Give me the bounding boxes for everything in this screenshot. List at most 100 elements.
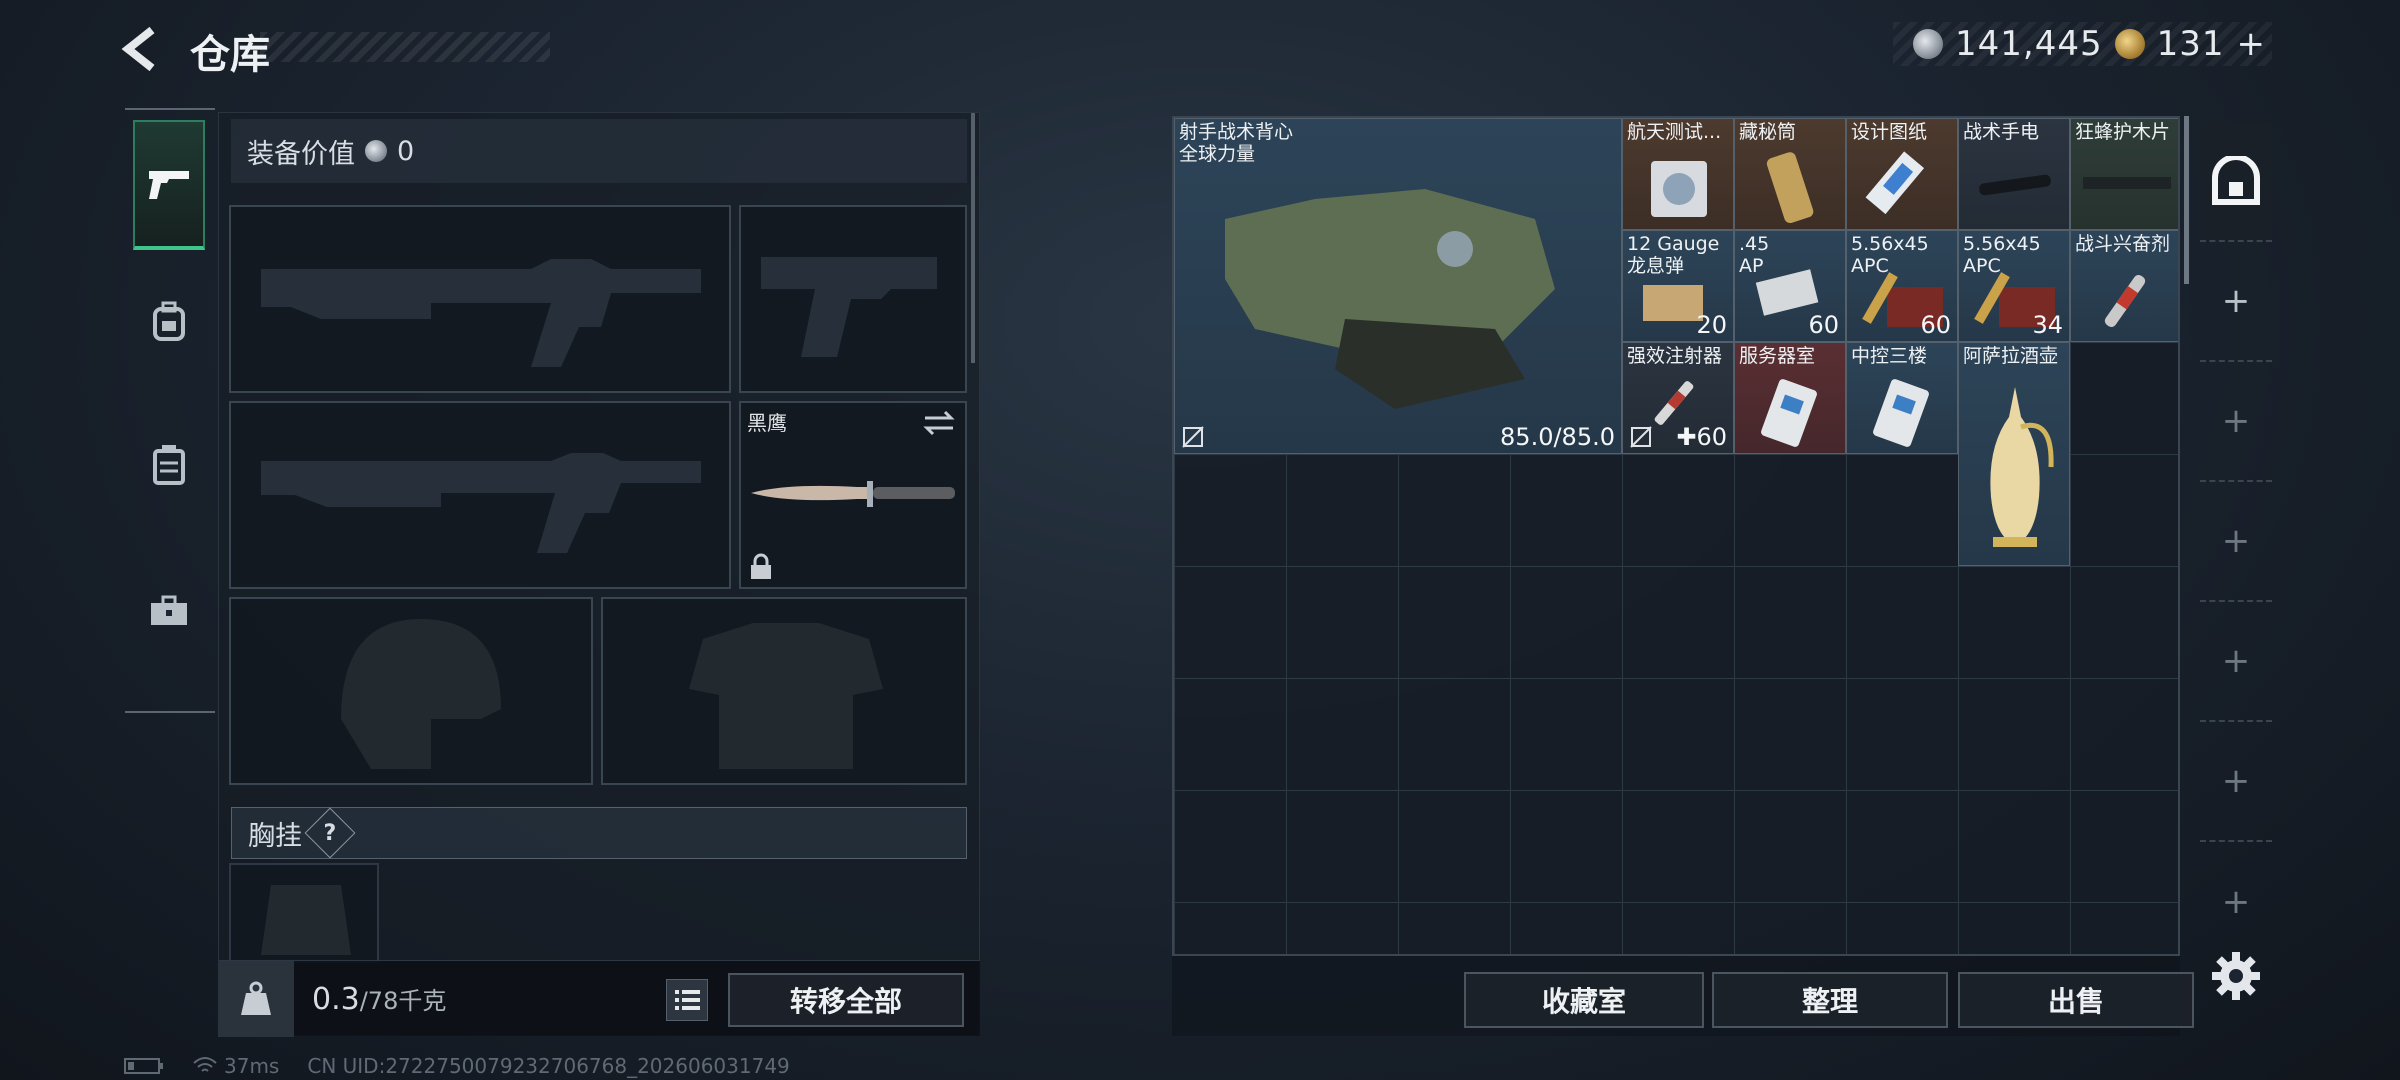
quick-slot-add[interactable]: +: [2200, 242, 2272, 362]
weight-max: /78千克: [359, 987, 447, 1015]
no-insurance-icon: [1630, 426, 1652, 448]
inventory-item[interactable]: 5.56x45 APC 34: [1958, 230, 2070, 342]
chest-rig-header: 胸挂 ?: [231, 807, 967, 859]
inventory-item[interactable]: 阿萨拉酒壶: [1958, 342, 2070, 566]
weight-value: 0.3: [312, 982, 360, 1017]
knife-image: [751, 481, 955, 507]
chest-rig-slot[interactable]: [229, 863, 379, 963]
item-count: 60: [1808, 311, 1839, 339]
toolbox-icon: [151, 595, 187, 625]
item-name: 战斗兴奋剂: [2075, 233, 2171, 255]
keycard-image: [1761, 379, 1817, 447]
equipment-value: 0: [397, 135, 415, 167]
sort-button[interactable]: 整理: [1712, 972, 1948, 1028]
secondary-weapon-slot[interactable]: [229, 401, 731, 589]
weight-footer: 0.3/78千克 转移全部: [218, 960, 980, 1037]
no-insurance-icon: [1182, 426, 1204, 448]
side-tabs: [125, 108, 215, 713]
plus-icon: +: [2221, 281, 2251, 321]
equipment-value-bar: 装备价值 0: [231, 119, 967, 183]
primary-weapon-slot[interactable]: [229, 205, 731, 393]
quick-slot[interactable]: +: [2200, 602, 2272, 722]
inventory-panel: 射手战术背心 全球力量 85.0/85.0 航天测试... 藏秘筒 设计图纸 战…: [1172, 116, 2194, 1036]
item-count: 60: [1920, 311, 1951, 339]
item-image: [1766, 152, 1814, 224]
scrollbar[interactable]: [971, 113, 975, 363]
inventory-item[interactable]: 中控三楼: [1846, 342, 1958, 454]
inventory-item[interactable]: 强效注射器 ✚60: [1622, 342, 1734, 454]
tab-weapons[interactable]: [133, 120, 205, 250]
keycard-image: [1873, 379, 1929, 447]
swap-icon[interactable]: [923, 409, 955, 437]
durability: 85.0/85.0: [1500, 423, 1615, 451]
add-currency-button[interactable]: +: [2237, 24, 2267, 64]
ping-indicator: 37ms: [192, 1054, 279, 1078]
helmet-slot[interactable]: [229, 597, 593, 785]
plus-icon: +: [2221, 521, 2251, 561]
quick-slot[interactable]: +: [2200, 722, 2272, 842]
sidearm-slot[interactable]: [739, 205, 967, 393]
plus-icon: ✚: [1676, 423, 1697, 451]
tab-vest[interactable]: [133, 400, 205, 530]
vest-image: [1225, 189, 1555, 409]
tab-toolbox[interactable]: [133, 546, 205, 676]
currency-bar: 141,445 131 +: [1892, 22, 2272, 66]
back-icon[interactable]: [118, 24, 168, 74]
item-image: [1865, 151, 1925, 215]
item-name: 阿萨拉酒壶: [1963, 345, 2059, 367]
list-icon[interactable]: [666, 979, 708, 1021]
melee-slot[interactable]: 黑鹰: [739, 401, 967, 589]
inventory-item[interactable]: 5.56x45 APC 60: [1846, 230, 1958, 342]
inventory-grid[interactable]: 射手战术背心 全球力量 85.0/85.0 航天测试... 藏秘筒 设计图纸 战…: [1172, 116, 2180, 956]
silver-coin-icon: [365, 140, 387, 162]
gold-coin-icon: [2114, 29, 2145, 59]
item-image: [1979, 174, 2051, 196]
sell-button[interactable]: 出售: [1958, 972, 2194, 1028]
inventory-item[interactable]: 航天测试...: [1622, 118, 1734, 230]
inventory-item[interactable]: 射手战术背心 全球力量 85.0/85.0: [1174, 118, 1622, 454]
quick-slot[interactable]: +: [2200, 482, 2272, 602]
inventory-item[interactable]: 服务器室: [1734, 342, 1846, 454]
item-name: 中控三楼: [1851, 345, 1928, 367]
tab-backpack[interactable]: [133, 256, 205, 386]
safe-box-slot[interactable]: [2200, 122, 2272, 242]
body-armor-slot[interactable]: [601, 597, 967, 785]
title-stripe: [260, 32, 550, 62]
pistol-icon: [149, 171, 189, 199]
weight-readout: 0.3/78千克: [312, 981, 446, 1017]
plus-icon: +: [2221, 641, 2251, 681]
silver-coin-icon: [1912, 29, 1943, 59]
inventory-item[interactable]: 设计图纸: [1846, 118, 1958, 230]
item-count-value: 60: [1696, 423, 1727, 451]
item-image: [2104, 274, 2146, 328]
quick-slot[interactable]: +: [2200, 842, 2272, 962]
battery-icon: [124, 1058, 163, 1074]
equipment-value-label: 装备价值: [247, 138, 355, 170]
melee-item-label: 黑鹰: [747, 411, 787, 435]
silver-amount: 141,445: [1954, 24, 2103, 64]
item-image: [2083, 177, 2171, 189]
ping-text: 37ms: [224, 1054, 280, 1078]
transfer-all-button[interactable]: 转移全部: [728, 973, 964, 1027]
inventory-item[interactable]: 狂蜂护木片: [2070, 118, 2178, 230]
safe-box-icon: [2212, 156, 2260, 205]
help-button[interactable]: ?: [304, 807, 356, 859]
vest-icon: [153, 445, 185, 485]
collection-room-button[interactable]: 收藏室: [1464, 972, 1704, 1028]
status-bar: 37ms CN UID:27227500792327067​68_2026060…: [124, 1054, 790, 1078]
lock-icon: [751, 553, 771, 579]
inventory-item[interactable]: 藏秘筒: [1734, 118, 1846, 230]
item-name: 航天测试...: [1627, 121, 1722, 143]
scrollbar[interactable]: [2184, 116, 2189, 284]
settings-icon[interactable]: [2210, 950, 2262, 1002]
inventory-item[interactable]: 战斗兴奋剂: [2070, 230, 2178, 342]
quick-slot[interactable]: +: [2200, 362, 2272, 482]
inventory-item[interactable]: .45 AP 60: [1734, 230, 1846, 342]
wifi-icon: [193, 1057, 217, 1072]
item-count: ✚60: [1676, 423, 1727, 451]
inventory-item[interactable]: 战术手电: [1958, 118, 2070, 230]
inventory-item[interactable]: 12 Gauge 龙息弹 20: [1622, 230, 1734, 342]
item-name: 服务器室: [1739, 345, 1816, 367]
uid-text: CN UID:27227500792327067​68_202606031749: [307, 1054, 790, 1078]
item-image: [1755, 269, 1819, 316]
